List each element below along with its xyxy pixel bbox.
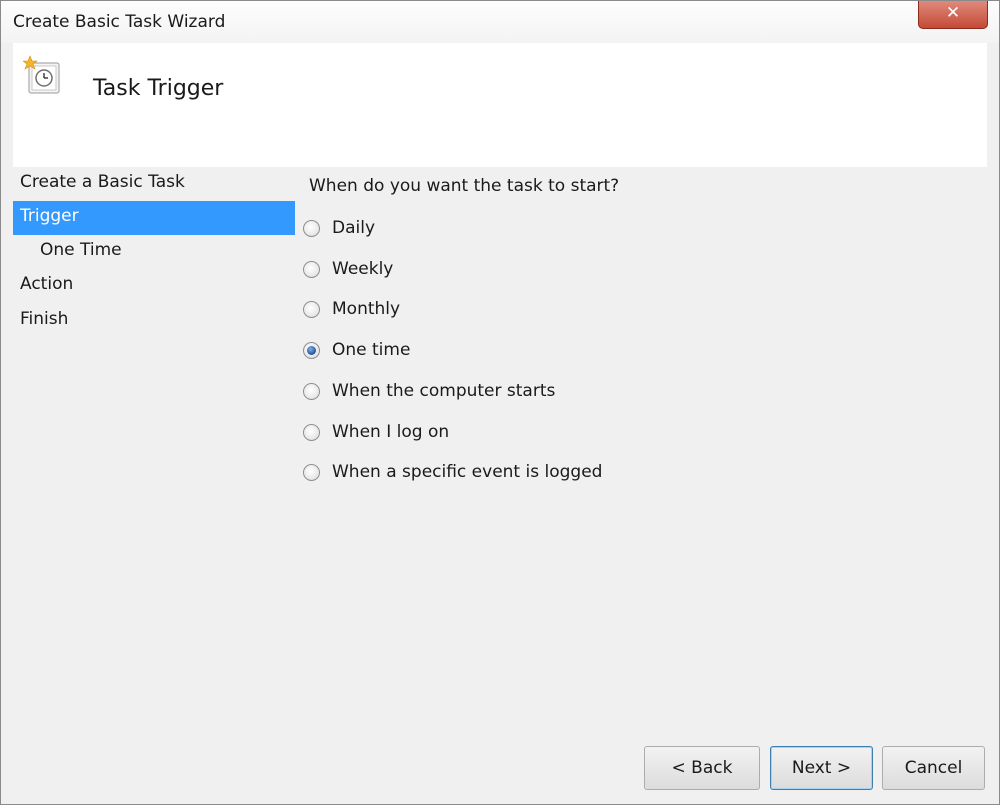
nav-step-finish[interactable]: Finish xyxy=(13,304,295,338)
radio-label: When I log on xyxy=(332,422,450,442)
radio-option-one-time[interactable]: One time xyxy=(303,335,703,365)
radio-button-selected[interactable] xyxy=(303,341,320,359)
wizard-header: Task Trigger xyxy=(13,43,987,167)
radio-option-event-logged[interactable]: When a specific event is logged xyxy=(303,457,703,487)
radio-button[interactable] xyxy=(303,219,320,237)
close-button[interactable]: ✕ xyxy=(918,1,988,29)
nav-step-create-basic-task[interactable]: Create a Basic Task xyxy=(13,167,295,201)
close-icon: ✕ xyxy=(945,3,961,23)
radio-label: When a specific event is logged xyxy=(332,462,603,482)
radio-option-log-on[interactable]: When I log on xyxy=(303,417,703,447)
cancel-button[interactable]: Cancel xyxy=(882,746,985,790)
back-button[interactable]: < Back xyxy=(644,746,760,790)
radio-button[interactable] xyxy=(303,423,320,441)
next-button[interactable]: Next > xyxy=(770,746,873,790)
radio-button[interactable] xyxy=(303,382,320,400)
task-clock-icon xyxy=(22,55,69,97)
page-title: Task Trigger xyxy=(93,76,224,101)
radio-label: Monthly xyxy=(332,299,401,319)
nav-step-action[interactable]: Action xyxy=(13,269,295,303)
trigger-question: When do you want the task to start? xyxy=(309,176,620,196)
radio-button[interactable] xyxy=(303,300,320,318)
wizard-window: Create Basic Task Wizard ✕ Task Trigger … xyxy=(0,0,1000,805)
window-title: Create Basic Task Wizard xyxy=(13,12,226,32)
trigger-options-panel: When do you want the task to start? Dail… xyxy=(297,167,987,727)
nav-step-trigger[interactable]: Trigger xyxy=(13,201,295,235)
nav-step-one-time[interactable]: One Time xyxy=(13,235,295,269)
title-bar: Create Basic Task Wizard ✕ xyxy=(1,1,999,43)
radio-option-weekly[interactable]: Weekly xyxy=(303,254,703,284)
radio-label: Daily xyxy=(332,218,376,238)
radio-option-computer-starts[interactable]: When the computer starts xyxy=(303,376,703,406)
radio-label: One time xyxy=(332,340,411,360)
radio-button[interactable] xyxy=(303,463,320,481)
radio-button[interactable] xyxy=(303,260,320,278)
radio-option-daily[interactable]: Daily xyxy=(303,213,703,243)
radio-label: Weekly xyxy=(332,259,394,279)
radio-label: When the computer starts xyxy=(332,381,556,401)
radio-option-monthly[interactable]: Monthly xyxy=(303,294,703,324)
wizard-steps-nav: Create a Basic Task Trigger One Time Act… xyxy=(13,167,297,767)
